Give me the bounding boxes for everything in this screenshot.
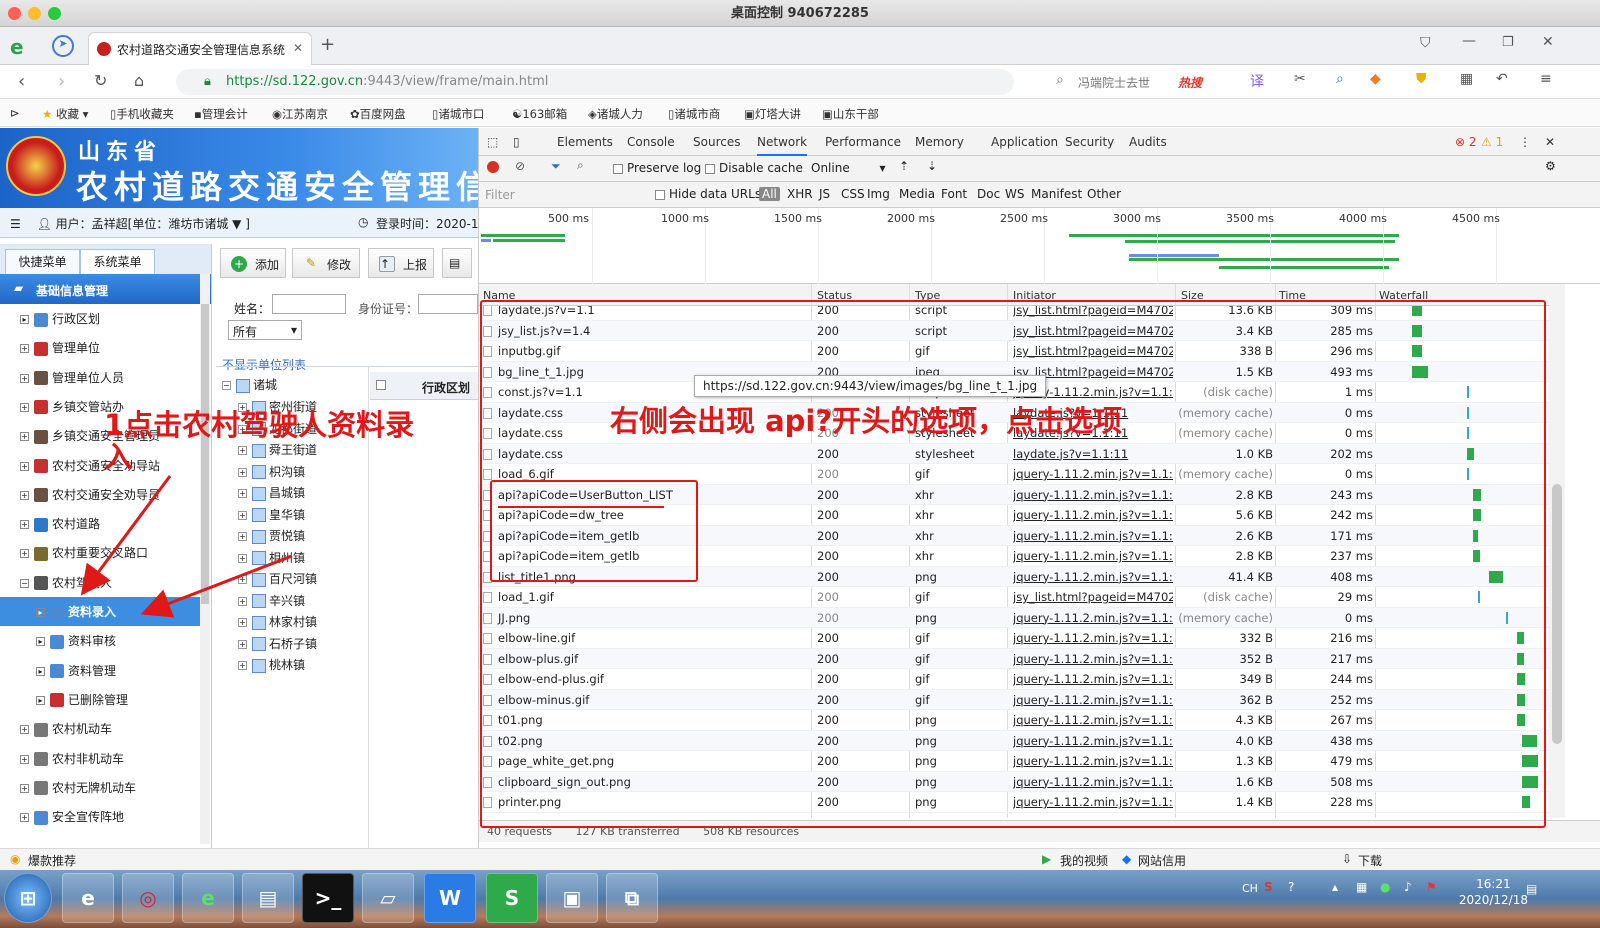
- tray-arrow-icon[interactable]: ▴: [1332, 880, 1338, 894]
- windows-taskbar: ⊞ e ◎ e ▤ >_ ▱ W S ▣ ⧉ CH S ? ▴ ▦ ● ♪ ⚑ …: [0, 870, 1600, 928]
- browser360-icon[interactable]: e: [182, 873, 234, 923]
- clock-time: 16:21: [1476, 877, 1511, 891]
- word-icon[interactable]: W: [424, 873, 476, 923]
- explorer-icon[interactable]: ▤: [242, 873, 294, 923]
- ie-icon[interactable]: e: [62, 873, 114, 923]
- volume-icon[interactable]: ♪: [1404, 880, 1412, 894]
- network-icon[interactable]: ▦: [1356, 880, 1367, 894]
- cmd-icon[interactable]: >_: [302, 873, 354, 923]
- help-icon[interactable]: ?: [1288, 880, 1294, 894]
- notification-icon[interactable]: ▤: [1526, 882, 1537, 896]
- credit-icon: ◆: [1122, 852, 1132, 866]
- remote-desktop-icon[interactable]: ▣: [546, 873, 598, 923]
- site-credit-link[interactable]: 网站信用: [1138, 852, 1186, 869]
- system-clock[interactable]: 16:21 2020/12/18: [1459, 876, 1528, 908]
- download-link[interactable]: 下载: [1358, 852, 1382, 869]
- start-button[interactable]: ⊞: [4, 873, 52, 923]
- clock-date: 2020/12/18: [1458, 893, 1528, 907]
- ime-indicator[interactable]: CH: [1242, 882, 1258, 895]
- sogou-icon[interactable]: S: [1264, 880, 1273, 894]
- status-left-text[interactable]: 爆款推荐: [28, 852, 76, 869]
- network-tool-icon[interactable]: ⧉: [606, 873, 658, 923]
- hot-product-icon: ◉: [10, 852, 21, 866]
- download-icon: ⇩: [1342, 852, 1353, 866]
- annotation-arrows: [80, 475, 293, 618]
- weibo-icon[interactable]: ◎: [122, 873, 174, 923]
- browser-status-bar: ◉ 爆款推荐 ▶ 我的视频 ◆ 网站信用 ⇩ 下载: [0, 848, 1600, 870]
- notes-icon[interactable]: ▱: [362, 873, 414, 923]
- sheets-icon[interactable]: S: [486, 873, 538, 923]
- flag-icon[interactable]: ⚑: [1426, 880, 1437, 894]
- video-icon: ▶: [1042, 852, 1052, 866]
- tray-360-icon[interactable]: ●: [1380, 880, 1390, 894]
- my-video-link[interactable]: 我的视频: [1060, 852, 1108, 869]
